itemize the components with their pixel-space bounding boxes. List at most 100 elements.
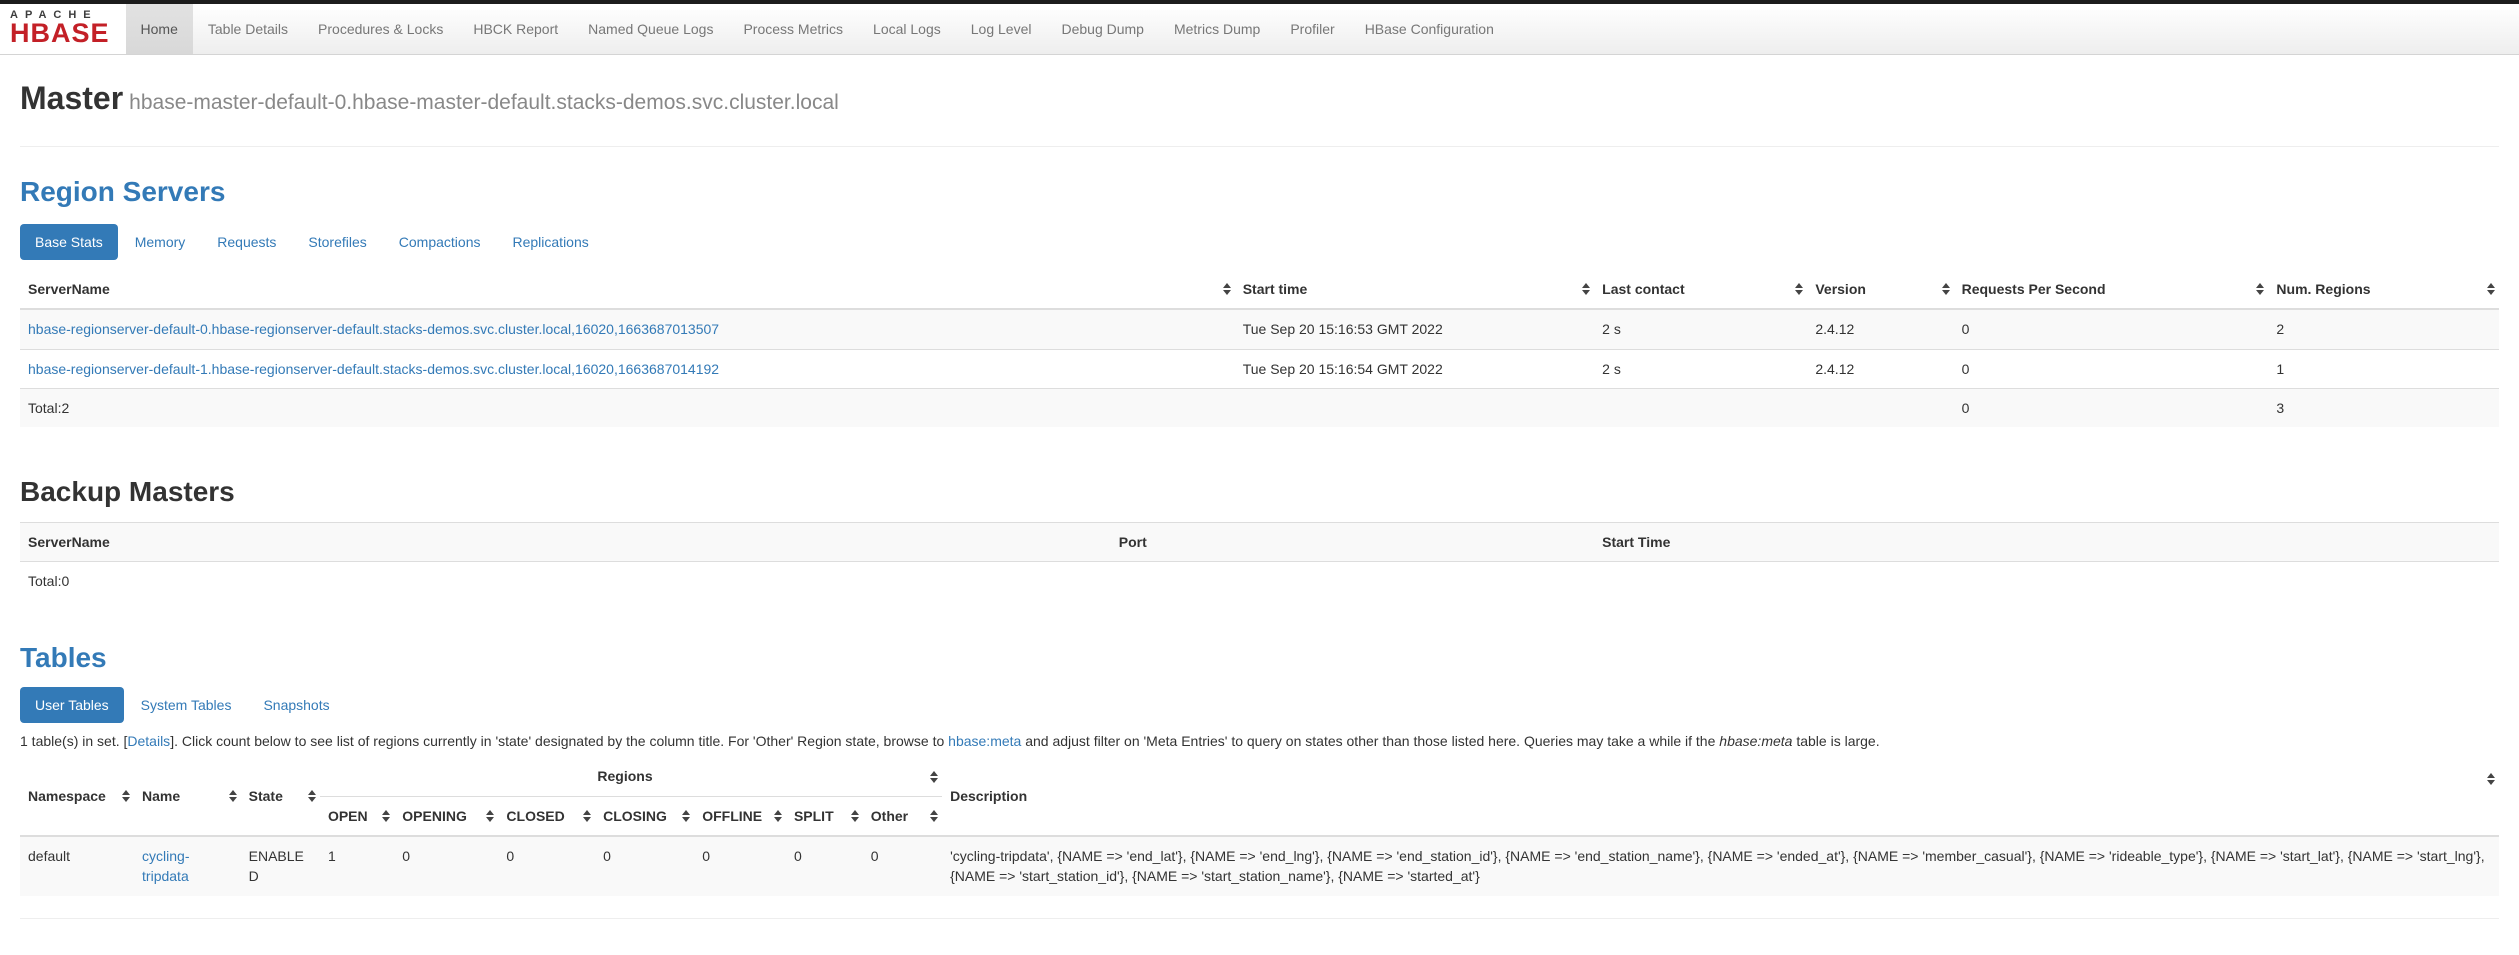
- nav-item-table-details[interactable]: Table Details: [193, 4, 303, 54]
- sort-icon[interactable]: [2487, 773, 2495, 785]
- tab-user-tables[interactable]: User Tables: [20, 687, 124, 723]
- nav-item-hbase-configuration[interactable]: HBase Configuration: [1350, 4, 1509, 54]
- col-last-contact[interactable]: Last contact: [1594, 270, 1807, 309]
- col-open[interactable]: OPEN: [320, 796, 394, 836]
- sort-icon[interactable]: [2256, 283, 2264, 295]
- col-split[interactable]: SPLIT: [786, 796, 863, 836]
- col-regions-group[interactable]: Regions: [320, 757, 942, 796]
- open-count[interactable]: 1: [320, 836, 394, 896]
- sort-icon[interactable]: [1942, 283, 1950, 295]
- split-count[interactable]: 0: [786, 836, 863, 896]
- nav-item-process-metrics[interactable]: Process Metrics: [728, 4, 858, 54]
- table-name-link[interactable]: cycling-tripdata: [142, 848, 189, 884]
- logo-hbase-text: HBASE: [10, 21, 110, 47]
- num-regions-cell: 1: [2268, 349, 2499, 388]
- sort-icon[interactable]: [930, 771, 938, 783]
- nav-item-log-level[interactable]: Log Level: [956, 4, 1047, 54]
- hbase-meta-link[interactable]: hbase:meta: [948, 733, 1021, 749]
- table-row: hbase-regionserver-default-1.hbase-regio…: [20, 349, 2499, 388]
- nav-item-named-queue-logs[interactable]: Named Queue Logs: [573, 4, 728, 54]
- nav-item-procedures-locks[interactable]: Procedures & Locks: [303, 4, 458, 54]
- region-servers-table: ServerName Start time Last contact Versi…: [20, 270, 2499, 427]
- master-hostname: hbase-master-default-0.hbase-master-defa…: [129, 91, 839, 114]
- bottom-divider: [20, 918, 2499, 919]
- tab-compactions[interactable]: Compactions: [384, 224, 496, 260]
- col-closing[interactable]: CLOSING: [595, 796, 694, 836]
- offline-count[interactable]: 0: [694, 836, 786, 896]
- sort-icon[interactable]: [1582, 283, 1590, 295]
- col-servername[interactable]: ServerName: [20, 270, 1235, 309]
- tab-base-stats[interactable]: Base Stats: [20, 224, 118, 260]
- col-offline[interactable]: OFFLINE: [694, 796, 786, 836]
- sort-icon[interactable]: [930, 810, 938, 822]
- sort-icon[interactable]: [229, 790, 237, 802]
- sort-icon[interactable]: [1223, 283, 1231, 295]
- col-name[interactable]: Name: [134, 757, 241, 836]
- col-other[interactable]: Other: [863, 796, 942, 836]
- region-servers-tabs: Base Stats Memory Requests Storefiles Co…: [20, 224, 2499, 260]
- other-count[interactable]: 0: [863, 836, 942, 896]
- col-namespace[interactable]: Namespace: [20, 757, 134, 836]
- total-num-regions: 3: [2268, 388, 2499, 427]
- user-tables-table: Namespace Name State Regions Description…: [20, 757, 2499, 895]
- regionserver-1-link[interactable]: hbase-regionserver-default-1.hbase-regio…: [28, 361, 719, 377]
- sort-icon[interactable]: [308, 790, 316, 802]
- total-row: Total:2 0 3: [20, 388, 2499, 427]
- region-servers-heading: Region Servers: [20, 177, 2499, 208]
- nav-menu: Home Table Details Procedures & Locks HB…: [126, 4, 1509, 54]
- num-regions-cell: 2: [2268, 309, 2499, 349]
- tab-memory[interactable]: Memory: [120, 224, 201, 260]
- namespace-cell: default: [20, 836, 134, 896]
- col-description[interactable]: Description: [942, 757, 2499, 836]
- tab-storefiles[interactable]: Storefiles: [293, 224, 381, 260]
- version-cell: 2.4.12: [1807, 349, 1953, 388]
- last-contact-cell: 2 s: [1594, 309, 1807, 349]
- nav-item-home[interactable]: Home: [126, 4, 193, 54]
- col-version[interactable]: Version: [1807, 270, 1953, 309]
- nav-item-hbck-report[interactable]: HBCK Report: [458, 4, 573, 54]
- tab-replications[interactable]: Replications: [497, 224, 603, 260]
- total-label: Total:2: [20, 388, 1235, 427]
- col-closed[interactable]: CLOSED: [498, 796, 595, 836]
- nav-item-debug-dump[interactable]: Debug Dump: [1046, 4, 1159, 54]
- sort-icon[interactable]: [2487, 283, 2495, 295]
- state-cell: ENABLED: [241, 836, 320, 896]
- tab-requests[interactable]: Requests: [202, 224, 291, 260]
- tables-note: 1 table(s) in set. [Details]. Click coun…: [20, 733, 2499, 749]
- hbase-logo[interactable]: APACHE HBASE: [0, 4, 126, 54]
- description-cell: 'cycling-tripdata', {NAME => 'end_lat'},…: [942, 836, 2499, 896]
- sort-icon[interactable]: [1795, 283, 1803, 295]
- col-start-time[interactable]: Start time: [1235, 270, 1594, 309]
- backup-masters-table: ServerName Port Start Time Total:0: [20, 522, 2499, 601]
- closed-count[interactable]: 0: [498, 836, 595, 896]
- sort-icon[interactable]: [122, 790, 130, 802]
- nav-item-metrics-dump[interactable]: Metrics Dump: [1159, 4, 1275, 54]
- tables-tabs: User Tables System Tables Snapshots: [20, 687, 2499, 723]
- col-requests-per-second[interactable]: Requests Per Second: [1954, 270, 2269, 309]
- nav-item-local-logs[interactable]: Local Logs: [858, 4, 956, 54]
- closing-count[interactable]: 0: [595, 836, 694, 896]
- col-state[interactable]: State: [241, 757, 320, 836]
- backup-masters-header-row: ServerName Port Start Time: [20, 522, 2499, 561]
- table-row: default cycling-tripdata ENABLED 1 0 0 0…: [20, 836, 2499, 896]
- sort-icon[interactable]: [583, 810, 591, 822]
- sort-icon[interactable]: [774, 810, 782, 822]
- backup-total-label: Total:0: [20, 562, 2499, 601]
- version-cell: 2.4.12: [1807, 309, 1953, 349]
- sort-icon[interactable]: [382, 810, 390, 822]
- tab-snapshots[interactable]: Snapshots: [248, 687, 344, 723]
- regionserver-0-link[interactable]: hbase-regionserver-default-0.hbase-regio…: [28, 321, 719, 337]
- hbase-meta-italic: hbase:meta: [1719, 733, 1792, 749]
- col-num-regions[interactable]: Num. Regions: [2268, 270, 2499, 309]
- opening-count[interactable]: 0: [394, 836, 498, 896]
- backup-masters-heading: Backup Masters: [20, 477, 2499, 508]
- sort-icon[interactable]: [851, 810, 859, 822]
- sort-icon[interactable]: [486, 810, 494, 822]
- total-row: Total:0: [20, 562, 2499, 601]
- sort-icon[interactable]: [682, 810, 690, 822]
- nav-item-profiler[interactable]: Profiler: [1275, 4, 1349, 54]
- start-time-cell: Tue Sep 20 15:16:53 GMT 2022: [1235, 309, 1594, 349]
- tab-system-tables[interactable]: System Tables: [126, 687, 247, 723]
- details-link[interactable]: Details: [127, 733, 170, 749]
- col-opening[interactable]: OPENING: [394, 796, 498, 836]
